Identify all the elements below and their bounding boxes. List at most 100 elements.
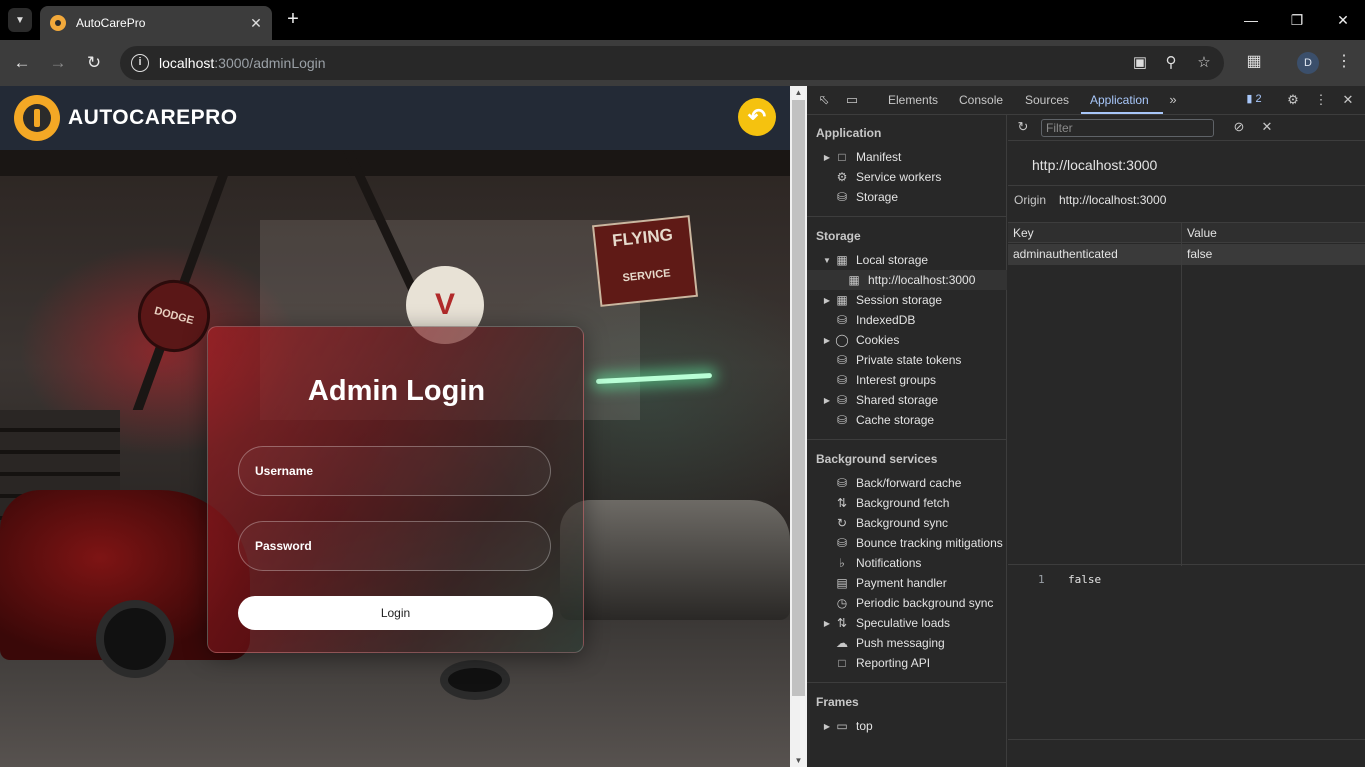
refresh-icon[interactable]: ↻	[1014, 119, 1032, 137]
preview-text: false	[1068, 573, 1102, 586]
column-header-key[interactable]: Key	[1008, 223, 1181, 243]
sidebar-item-session-storage[interactable]: ▶ ▦ Session storage	[807, 290, 1007, 310]
dodge-sign: DODGE	[129, 271, 219, 361]
restore-icon[interactable]: ❐	[1274, 0, 1320, 40]
flying-service-sign: FLYING SERVICE	[591, 215, 699, 307]
cookie-icon: ◯	[835, 333, 849, 347]
extensions-icon[interactable]: ▦	[1242, 51, 1266, 75]
divider	[1008, 739, 1365, 740]
sidebar-item-local-storage[interactable]: ▼ ▦ Local storage	[807, 250, 1007, 270]
scrollbar-thumb[interactable]	[792, 100, 805, 696]
origin-title: http://localhost:3000	[1032, 157, 1158, 173]
scroll-down-icon[interactable]: ▼	[790, 756, 807, 765]
bookmark-star-icon[interactable]: ☆	[1194, 53, 1214, 73]
tab-application[interactable]: Application	[1090, 93, 1149, 107]
tab-console[interactable]: Console	[959, 93, 1003, 107]
frame-icon: ▭	[836, 719, 848, 733]
card-icon: ▤	[836, 576, 848, 590]
browser-tab[interactable]: AutoCarePro ✕	[40, 6, 272, 40]
sidebar-item-frame-top[interactable]: ▶ ▭ top	[807, 716, 1007, 736]
table-cell-key[interactable]: adminauthenticated	[1008, 244, 1181, 265]
sidebar-item-back-forward-cache[interactable]: ⛁ Back/forward cache	[807, 473, 1007, 493]
sidebar-item-cookies[interactable]: ▶ ◯ Cookies	[807, 330, 1007, 350]
tab-sources[interactable]: Sources	[1025, 93, 1069, 107]
ceiling-beam	[0, 150, 790, 176]
login-card: Admin Login Username Password Login	[207, 326, 584, 653]
issues-badge[interactable]: ▮ 2	[1241, 92, 1267, 110]
login-button[interactable]: Login	[238, 596, 553, 630]
browser-menu-icon[interactable]: ⋮	[1332, 51, 1356, 75]
username-input[interactable]: Username	[238, 446, 551, 496]
filter-input[interactable]: Filter	[1041, 119, 1214, 137]
tab-title: AutoCarePro	[76, 16, 146, 30]
section-background-services: Background services	[816, 452, 938, 466]
site-info-icon[interactable]: i	[131, 54, 149, 72]
sidebar-item-shared-storage[interactable]: ▶ ⛁ Shared storage	[807, 390, 1007, 410]
clear-all-icon[interactable]: ⊘	[1230, 119, 1248, 137]
scroll-up-icon[interactable]: ▲	[790, 88, 807, 97]
sidebar-item-background-sync[interactable]: ↻ Background sync	[807, 513, 1007, 533]
origin-value: http://localhost:3000	[1059, 193, 1167, 207]
sidebar-item-reporting-api[interactable]: □ Reporting API	[807, 653, 1007, 673]
inspect-element-icon[interactable]: ⬁	[815, 92, 833, 110]
devtools-menu-icon[interactable]: ⋮	[1312, 92, 1330, 110]
sidebar-item-payment-handler[interactable]: ▤ Payment handler	[807, 573, 1007, 593]
sidebar-item-speculative-loads[interactable]: ▶ ⇅ Speculative loads	[807, 613, 1007, 633]
table-icon: ▦	[848, 273, 860, 287]
more-tabs-icon[interactable]: »	[1164, 92, 1182, 110]
storage-view: ↻ Filter ⊘ ✕ http://localhost:3000 Origi…	[1008, 115, 1365, 767]
devtools-panel: ⬁ ▭ Elements Console Sources Application…	[807, 86, 1365, 767]
sidebar-item-local-storage-origin[interactable]: ▦ http://localhost:3000	[807, 270, 1007, 290]
sidebar-item-indexeddb[interactable]: ⛁ IndexedDB	[807, 310, 1007, 330]
gears-icon: ⚙	[836, 170, 848, 184]
close-tab-icon[interactable]: ✕	[246, 15, 266, 32]
tab-elements[interactable]: Elements	[888, 93, 938, 107]
sync-icon: ↻	[836, 516, 848, 530]
zoom-icon[interactable]: ⚲	[1161, 53, 1181, 73]
column-header-value[interactable]: Value	[1182, 223, 1365, 243]
window-close-icon[interactable]: ✕	[1320, 0, 1365, 40]
table-cell-value[interactable]: false	[1182, 244, 1365, 265]
sidebar-item-manifest[interactable]: ▶ □ Manifest	[807, 147, 1007, 167]
sidebar-item-private-state-tokens[interactable]: ⛁ Private state tokens	[807, 350, 1007, 370]
close-devtools-icon[interactable]: ✕	[1339, 92, 1357, 110]
active-tab-indicator	[1081, 112, 1163, 114]
new-tab-button[interactable]: +	[282, 8, 304, 32]
back-icon[interactable]: ←	[10, 51, 34, 75]
address-bar[interactable]: i localhost:3000/adminLogin ▣ ⚲ ☆	[120, 46, 1224, 80]
autocarepro-logo-icon	[14, 95, 60, 141]
cloud-icon: ☁	[836, 636, 848, 650]
white-car	[560, 500, 790, 620]
device-toolbar-icon[interactable]: ▭	[843, 92, 861, 110]
bell-icon: ♭	[839, 556, 845, 570]
sidebar-item-periodic-sync[interactable]: ◷ Periodic background sync	[807, 593, 1007, 613]
sidebar-item-background-fetch[interactable]: ⇅ Background fetch	[807, 493, 1007, 513]
application-sidebar: Application ▶ □ Manifest ⚙ Service workers …	[807, 115, 1007, 767]
table-icon: ▦	[836, 253, 848, 267]
sidebar-item-bounce-tracking[interactable]: ⛁ Bounce tracking mitigations	[807, 533, 1007, 553]
file-icon: □	[838, 656, 846, 670]
sidebar-item-notifications[interactable]: ♭ Notifications	[807, 553, 1007, 573]
section-application: Application	[816, 126, 882, 140]
sidebar-item-service-workers[interactable]: ⚙ Service workers	[807, 167, 1007, 187]
profile-avatar[interactable]: D	[1297, 52, 1319, 74]
url-text[interactable]: localhost:3000/adminLogin	[159, 55, 326, 71]
sidebar-item-push-messaging[interactable]: ☁ Push messaging	[807, 633, 1007, 653]
sidebar-item-interest-groups[interactable]: ⛁ Interest groups	[807, 370, 1007, 390]
car-wheel	[440, 660, 510, 700]
settings-gear-icon[interactable]: ⚙	[1284, 92, 1302, 110]
install-app-icon[interactable]: ▣	[1130, 53, 1150, 73]
database-icon: ⛁	[836, 353, 848, 367]
minimize-icon[interactable]: —	[1228, 0, 1274, 40]
delete-selected-icon[interactable]: ✕	[1258, 119, 1276, 137]
login-title: Admin Login	[307, 375, 486, 407]
sidebar-item-cache-storage[interactable]: ⛁ Cache storage	[807, 410, 1007, 430]
tab-search-button[interactable]: ▼	[8, 8, 32, 32]
sidebar-item-storage[interactable]: ⛁ Storage	[807, 187, 1007, 207]
reload-icon[interactable]: ↻	[82, 51, 106, 75]
divider	[807, 682, 1006, 683]
back-arrow-button[interactable]: ↶	[738, 98, 776, 136]
password-input[interactable]: Password	[238, 521, 551, 571]
forward-icon[interactable]: →	[46, 51, 70, 75]
page-scrollbar[interactable]: ▲ ▼	[790, 86, 807, 767]
